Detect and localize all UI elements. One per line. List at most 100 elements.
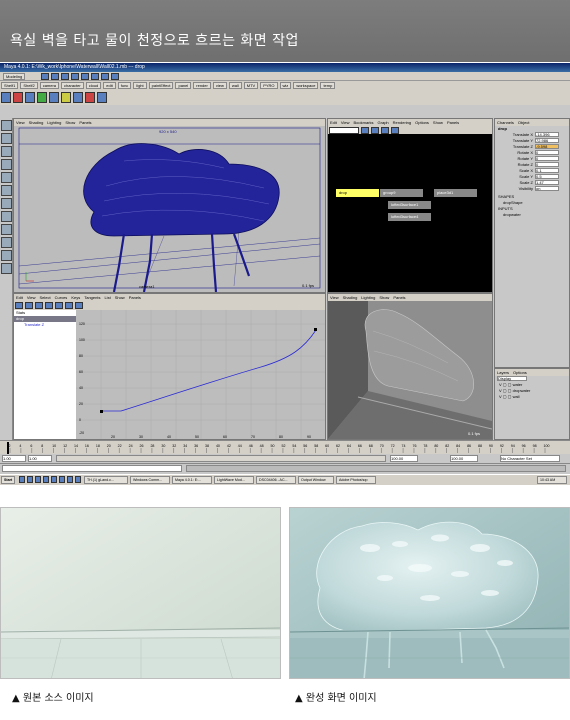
hg-node-drop[interactable]: drop <box>336 189 379 197</box>
range-start-field[interactable]: 1.00 <box>2 455 26 462</box>
menu-item[interactable]: Show <box>433 120 443 125</box>
menu-item[interactable]: Show <box>379 295 389 300</box>
menu-item[interactable]: Keys <box>71 295 80 300</box>
open-icon[interactable] <box>51 73 59 80</box>
shelf-tab[interactable]: func <box>117 82 132 89</box>
hypergraph-search-field[interactable] <box>329 127 359 134</box>
shelf-tab[interactable]: panel <box>175 82 192 89</box>
layout-persp-icon[interactable] <box>1 237 12 248</box>
menu-item[interactable]: Panels <box>129 295 141 300</box>
persp-viewport[interactable]: View Shading Lighting Show Panels 0.1 fps <box>327 293 493 440</box>
move-tool-icon[interactable] <box>1 146 12 157</box>
layout-four-icon[interactable] <box>1 224 12 235</box>
quicklaunch-icon[interactable] <box>18 476 25 483</box>
shelf-tab[interactable]: PYRO <box>260 82 278 89</box>
menu-item[interactable]: Select <box>40 295 51 300</box>
range-start2-field[interactable]: 1.00 <box>28 455 52 462</box>
new-scene-icon[interactable] <box>41 73 49 80</box>
render-icon[interactable] <box>91 73 99 80</box>
ipr-icon[interactable] <box>101 73 109 80</box>
shelf-tool-icon[interactable] <box>73 92 83 103</box>
menu-item[interactable]: Rendering <box>393 120 411 125</box>
shelf-tool-icon[interactable] <box>61 92 71 103</box>
menu-item[interactable]: View <box>27 295 36 300</box>
select-tool-icon[interactable] <box>1 120 12 131</box>
layer-item[interactable]: V ▢ ▢ wall <box>495 394 569 400</box>
hg-tool-icon[interactable] <box>371 127 379 134</box>
taskbar-item[interactable]: LightWave Mod... <box>213 476 254 484</box>
menu-item[interactable]: Tangents <box>84 295 100 300</box>
shelf-tab[interactable]: temp <box>320 82 336 89</box>
menu-item[interactable]: List <box>104 295 110 300</box>
history-icon[interactable] <box>111 73 119 80</box>
menu-item[interactable]: Panels <box>393 295 405 300</box>
shelf-tool-icon[interactable] <box>49 92 59 103</box>
scale-tool-icon[interactable] <box>1 172 12 183</box>
menu-item[interactable]: Shading <box>29 120 44 125</box>
shelf-tab[interactable]: workspace <box>293 82 319 89</box>
taskbar-item[interactable]: TH.(1) gLand.c... <box>83 476 128 484</box>
rotate-tool-icon[interactable] <box>1 159 12 170</box>
shelf-tab[interactable]: Shelf2 <box>20 82 38 89</box>
shelf-tab[interactable]: MTV <box>243 82 259 89</box>
hg-tool-icon[interactable] <box>361 127 369 134</box>
tangent-icon[interactable] <box>45 302 53 309</box>
tab-layers[interactable]: Layers <box>497 370 509 375</box>
taskbar-item[interactable]: Windows Comm... <box>129 476 170 484</box>
menu-item[interactable]: Curves <box>55 295 68 300</box>
keyframe-point[interactable] <box>314 328 317 331</box>
outliner-item[interactable]: Translate Z <box>14 322 76 328</box>
tab-options[interactable]: Options <box>513 370 527 375</box>
menu-item[interactable]: Panels <box>79 120 91 125</box>
shelf-tab[interactable]: cloud <box>85 82 102 89</box>
range-slider[interactable]: 1.00 1.00 100.00 100.00 No Character Set <box>0 454 570 463</box>
quicklaunch-icon[interactable] <box>42 476 49 483</box>
top-viewport[interactable]: View Shading Lighting Show Panels camera1 0.… <box>13 118 326 293</box>
time-slider[interactable]: 2 4 6 8 10 12 14 16 18 20 22 24 26 28 30 32 34 36 38 40 42 44… <box>0 440 570 455</box>
tangent-icon[interactable] <box>35 302 43 309</box>
layout-single-icon[interactable] <box>1 211 12 222</box>
shelf-tab[interactable]: view <box>212 82 227 89</box>
tangent-icon[interactable] <box>25 302 33 309</box>
lasso-tool-icon[interactable] <box>1 133 12 144</box>
current-time-marker[interactable] <box>7 442 9 454</box>
mode-select[interactable]: Modeling <box>3 73 26 80</box>
menu-item[interactable]: Show <box>115 295 125 300</box>
graph-editor[interactable]: Edit View Select Curves Keys Tangents List Show… <box>13 293 326 440</box>
shelf-tool-icon[interactable] <box>25 92 35 103</box>
shelf-tab[interactable]: wall <box>228 82 242 89</box>
range-bar[interactable] <box>56 455 386 462</box>
taskbar-item[interactable]: DSC04406 - AC... <box>255 476 296 484</box>
shelf-tab[interactable]: character <box>61 82 84 89</box>
snap-icon[interactable] <box>81 73 89 80</box>
shelf-tool-icon[interactable] <box>37 92 47 103</box>
start-button[interactable]: Start <box>1 476 16 484</box>
shelf-tab[interactable]: light <box>133 82 147 89</box>
shelf-tool-icon[interactable] <box>1 92 11 103</box>
save-icon[interactable] <box>61 73 69 80</box>
tangent-icon[interactable] <box>75 302 83 309</box>
input-name[interactable]: dropwater <box>495 212 569 218</box>
shelf-tab[interactable]: render <box>193 82 211 89</box>
character-set-select[interactable]: No Character Set <box>500 455 560 462</box>
channel-row[interactable]: Visibility on <box>495 186 569 192</box>
hg-tool-icon[interactable] <box>391 127 399 134</box>
menu-item[interactable]: Shading <box>343 295 358 300</box>
menu-item[interactable]: Panels <box>447 120 459 125</box>
layout-outliner-icon[interactable] <box>1 263 12 274</box>
hg-tool-icon[interactable] <box>381 127 389 134</box>
select-icon[interactable] <box>71 73 79 80</box>
keyframe-point[interactable] <box>100 410 103 413</box>
shelf-tool-icon[interactable] <box>85 92 95 103</box>
tangent-icon[interactable] <box>65 302 73 309</box>
menu-item[interactable]: View <box>341 120 350 125</box>
range-end-field[interactable]: 100.00 <box>390 455 418 462</box>
shelf-tool-icon[interactable] <box>13 92 23 103</box>
layout-graph-icon[interactable] <box>1 250 12 261</box>
menu-item[interactable]: Show <box>65 120 75 125</box>
menu-item[interactable]: Edit <box>16 295 23 300</box>
hg-node[interactable]: group9 <box>380 189 423 197</box>
menu-item[interactable]: Options <box>415 120 429 125</box>
quicklaunch-icon[interactable] <box>26 476 33 483</box>
last-tool-icon[interactable] <box>1 198 12 209</box>
